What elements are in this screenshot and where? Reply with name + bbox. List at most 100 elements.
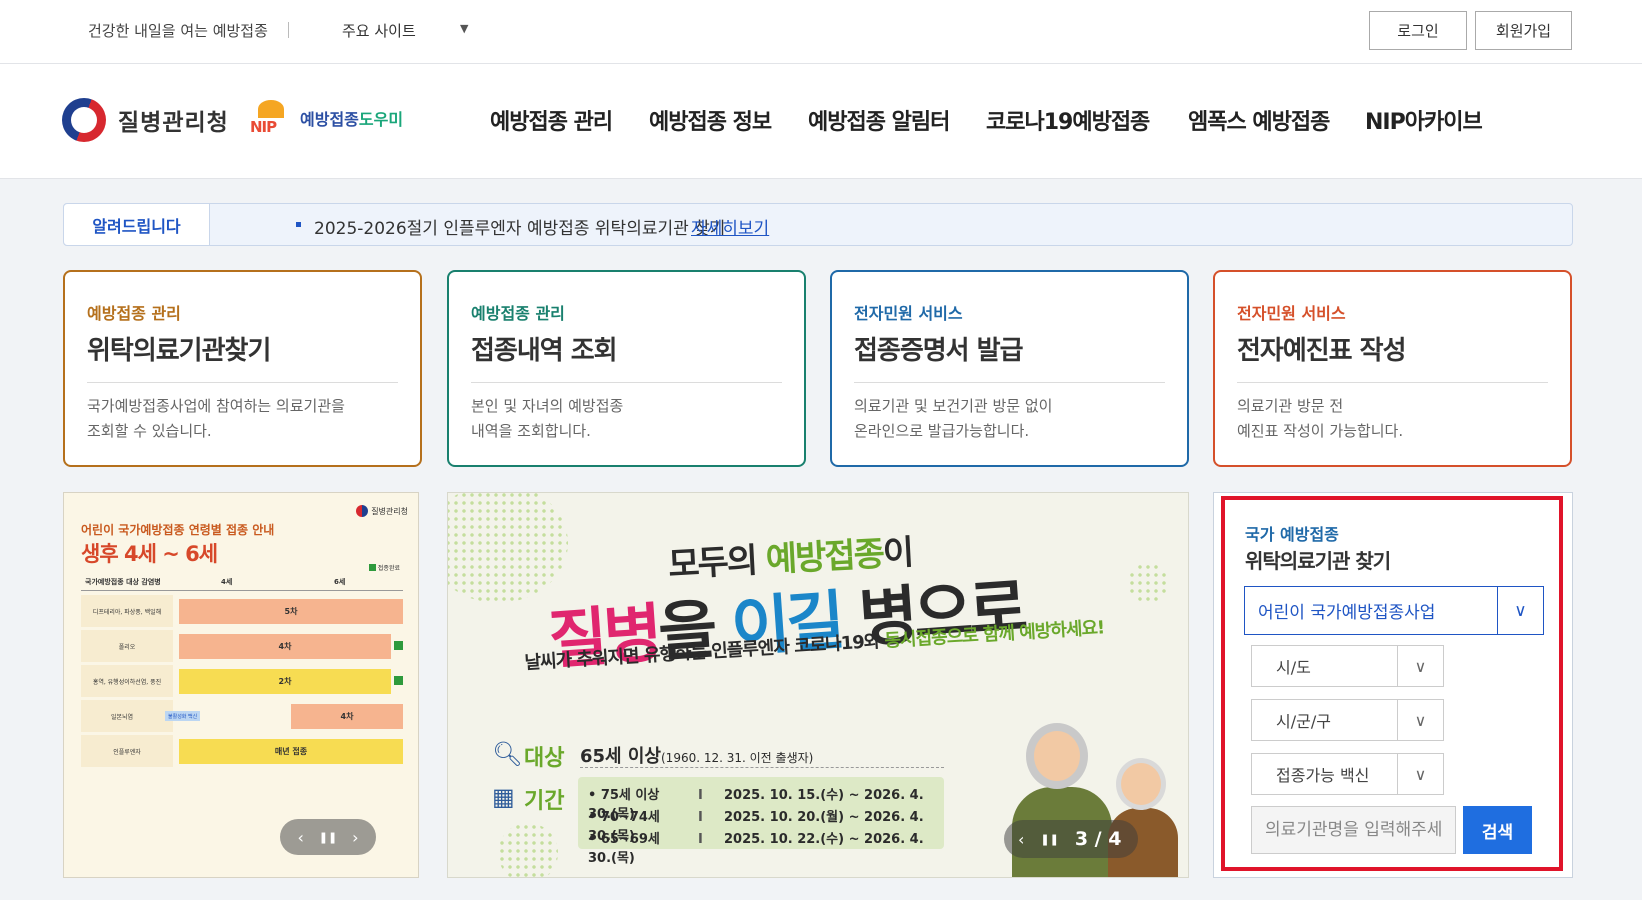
divider <box>471 382 782 383</box>
card-certificate-issue[interactable]: 전자민원 서비스 접종증명서 발급 의료기관 및 보건기관 방문 없이 온라인으… <box>830 270 1189 467</box>
notice-tag: 알려드립니다 <box>64 204 210 245</box>
period-age: • 75세 이상 <box>588 788 660 803</box>
sigungu-select-value: 시/군/구 <box>1276 712 1331 731</box>
nip-name-b: 도우미 <box>358 110 404 129</box>
caret-down-icon[interactable]: ▼ <box>460 22 468 35</box>
dot-pattern <box>1128 563 1168 603</box>
target-value: 65세 이상(1960. 12. 31. 이전 출생자) <box>580 742 813 768</box>
card-description: 본인 및 자녀의 예방접종 내역을 조회합니다. <box>471 397 624 440</box>
period-key: 기간 <box>524 789 565 814</box>
card-description: 의료기관 방문 전 예진표 작성이 가능합니다. <box>1237 397 1404 440</box>
banner-kdca-logo: 질병관리청 <box>356 505 408 517</box>
clinic-search-panel: 국가 예방접종 위탁의료기관 찾기 어린이 국가예방접종사업 ∨ 시/도 ∨ 시… <box>1213 492 1573 878</box>
pause-icon[interactable]: ❚❚ <box>319 831 337 844</box>
schedule-row: 폴리오 4차 <box>81 630 403 662</box>
check-icon <box>368 564 376 571</box>
nip-sun-logo-icon: NIP <box>248 98 294 138</box>
bullet-icon <box>296 222 301 227</box>
period-sep: I <box>698 810 703 825</box>
check-icon <box>394 676 403 685</box>
main-sites-dropdown[interactable]: 주요 사이트 <box>342 20 416 41</box>
notice-bar: 알려드립니다 2025-2026절기 인플루엔자 예방접종 위탁의료기관 찾기 … <box>63 203 1573 246</box>
login-button[interactable]: 로그인 <box>1369 11 1467 50</box>
period-table: • 75세 이상 I 2025. 10. 15.(수) ~ 2026. 4. 30.… <box>578 777 944 866</box>
magnifier-icon: 🔍︎ <box>492 740 523 768</box>
nav-vaccination-notice[interactable]: 예방접종 알림터 <box>808 104 950 136</box>
chevron-down-icon: ∨ <box>1397 754 1443 794</box>
prev-icon[interactable]: ‹ <box>297 828 303 847</box>
schedule-row: 인플루엔자 매년 접종 <box>81 735 403 767</box>
card-vaccination-history[interactable]: 예방접종 관리 접종내역 조회 본인 및 자녀의 예방접종 내역을 조회합니다. <box>447 270 806 467</box>
sigungu-select[interactable]: 시/군/구 ∨ <box>1251 699 1444 741</box>
next-icon[interactable]: › <box>352 828 358 847</box>
period-row: • 65~69세 I 2025. 10. 22.(수) ~ 2026. 4. 30.… <box>588 828 944 866</box>
check-icon <box>394 641 403 650</box>
vaccine-select-value: 접종가능 백신 <box>1276 766 1370 785</box>
nav-vaccination-info[interactable]: 예방접종 정보 <box>649 104 772 136</box>
chevron-down-icon: ∨ <box>1397 700 1443 740</box>
schedule-bar: 매년 접종 <box>179 739 403 764</box>
row-label: 홍역, 유행성이하선염, 풍진 <box>81 665 173 697</box>
card-title: 위탁의료기관찾기 <box>87 336 271 366</box>
nip-name-a: 예방접종 <box>300 110 359 129</box>
search-title: 위탁의료기관 찾기 <box>1245 549 1391 573</box>
center-banner-pager: ‹ ❚❚ 3 / 4 <box>1004 820 1138 858</box>
prev-icon[interactable]: ‹ <box>1018 830 1024 849</box>
nav-vaccination-management[interactable]: 예방접종 관리 <box>490 104 613 136</box>
flu-campaign-banner[interactable]: 모두의 예방접종이 질병을 이길 병으로 날씨가 추워지면 유행하는 인플루엔자… <box>447 492 1189 878</box>
period-sep: I <box>698 788 703 803</box>
pause-icon[interactable]: ❚❚ <box>1040 833 1058 846</box>
nip-name: 예방접종도우미 <box>300 106 403 130</box>
schedule-bar: 4차 <box>179 634 391 659</box>
program-select[interactable]: 어린이 국가예방접종사업 ∨ <box>1244 586 1544 635</box>
nav-nip-archive[interactable]: NIP아카이브 <box>1365 104 1483 136</box>
card-find-clinic[interactable]: 예방접종 관리 위탁의료기관찾기 국가예방접종사업에 참여하는 의료기관을 조회… <box>63 270 422 467</box>
notice-more-link[interactable]: 자세히보기 <box>691 214 769 239</box>
schedule-bar: 5차 <box>179 599 403 624</box>
schedule-row: 일본뇌염 불활성화 백신 4차 <box>81 700 403 732</box>
legend: 접종완료 <box>368 563 400 572</box>
kdca-logo-link[interactable]: 질병관리청 <box>62 98 229 142</box>
program-select-value: 어린이 국가예방접종사업 <box>1258 603 1436 623</box>
header-disease: 국가예방접종 대상 감염병 <box>85 578 161 586</box>
taegeuk-logo-icon <box>356 505 369 517</box>
dot-pattern <box>448 493 568 603</box>
sido-select[interactable]: 시/도 ∨ <box>1251 645 1444 687</box>
clinic-name-input[interactable] <box>1251 806 1456 854</box>
banner-logo-text: 질병관리청 <box>371 506 408 516</box>
header-age-6: 6세 <box>334 578 346 586</box>
signup-button[interactable]: 회원가입 <box>1475 11 1572 50</box>
vaccine-select[interactable]: 접종가능 백신 ∨ <box>1251 753 1444 795</box>
left-banner-pager: ‹ ❚❚ › <box>280 819 376 855</box>
nav-covid19-vaccination[interactable]: 코로나19예방접종 <box>986 104 1150 136</box>
nav-mpox-vaccination[interactable]: 엠폭스 예방접종 <box>1188 104 1330 136</box>
period-age: • 70~74세 <box>588 810 660 825</box>
card-title: 전자예진표 작성 <box>1237 336 1406 366</box>
nip-logo-link[interactable]: NIP 예방접종도우미 <box>248 98 403 138</box>
dot-pattern <box>498 823 558 877</box>
search-button[interactable]: 검색 <box>1463 806 1532 854</box>
row-label: 폴리오 <box>81 630 173 662</box>
divider <box>87 382 398 383</box>
children-schedule-banner[interactable]: 질병관리청 어린이 국가예방접종 연령별 접종 안내 생후 4세 ~ 6세 접종… <box>63 492 419 878</box>
banner-subtitle: 어린이 국가예방접종 연령별 접종 안내 <box>81 523 275 537</box>
kdca-name: 질병관리청 <box>118 110 229 136</box>
notice-text[interactable]: 2025-2026절기 인플루엔자 예방접종 위탁의료기관 찾기 <box>314 214 725 239</box>
card-title: 접종증명서 발급 <box>854 336 1023 366</box>
schedule-row: 디프테리아, 파상풍, 백일해 5차 <box>81 595 403 627</box>
site-slogan: 건강한 내일을 여는 예방접종 <box>88 22 268 40</box>
card-e-prescreening[interactable]: 전자민원 서비스 전자예진표 작성 의료기관 방문 전 예진표 작성이 가능합니… <box>1213 270 1572 467</box>
chevron-down-icon: ∨ <box>1397 646 1443 686</box>
card-category: 전자민원 서비스 <box>854 304 963 323</box>
divider <box>854 382 1165 383</box>
calendar-icon: ▦ <box>492 783 515 811</box>
row-label: 인플루엔자 <box>81 735 173 767</box>
taegeuk-logo-icon <box>62 98 106 142</box>
divider <box>288 22 289 38</box>
banner-title: 생후 4세 ~ 6세 <box>81 542 218 566</box>
card-description: 의료기관 및 보건기관 방문 없이 온라인으로 발급가능합니다. <box>854 397 1053 440</box>
header-age-4: 4세 <box>221 578 233 586</box>
card-category: 전자민원 서비스 <box>1237 304 1346 323</box>
main-header: 질병관리청 NIP 예방접종도우미 예방접종 관리 예방접종 정보 예방접종 알… <box>0 64 1642 179</box>
top-utility-bar: 건강한 내일을 여는 예방접종 주요 사이트 ▼ 로그인 회원가입 <box>0 0 1642 64</box>
